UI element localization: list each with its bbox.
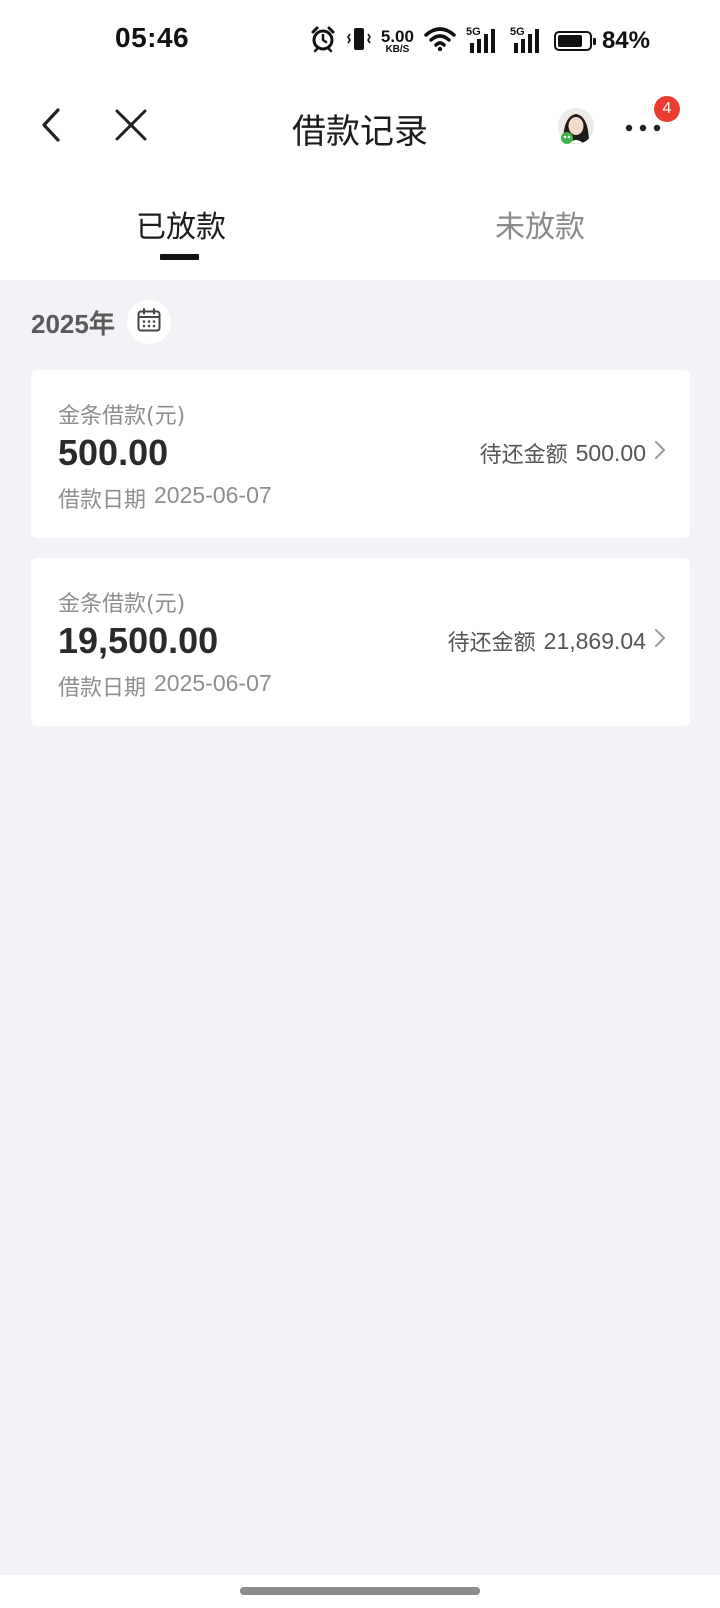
loan-date-value: 2025-06-07 — [154, 482, 272, 508]
tab-not-disbursed[interactable]: 未放款 — [495, 202, 585, 246]
network-speed-unit: KB/S — [385, 43, 410, 55]
calendar-icon — [136, 307, 162, 337]
battery-icon — [553, 31, 596, 51]
tab-bar: 已放款 未放款 — [0, 174, 720, 280]
chevron-right-icon — [654, 440, 666, 466]
network-speed-value: 5.00 — [380, 26, 414, 46]
vibrate-icon — [346, 25, 371, 57]
status-time: 05:46 — [115, 22, 190, 53]
loan-date-label: 借款日期 — [58, 488, 147, 513]
signal-icon: 5G — [466, 27, 500, 55]
loan-date: 借款日期 2025-06-07 — [58, 482, 272, 514]
notification-badge: 4 — [654, 96, 680, 122]
amount-due-value: 21,869.04 — [543, 627, 646, 654]
battery-fill — [557, 35, 582, 47]
amount-due-value: 500.00 — [575, 439, 646, 466]
page-title: 借款记录 — [292, 112, 428, 152]
loan-card[interactable]: 金条借款(元) 500.00 借款日期 2025-06-07 待还金额 500.… — [31, 370, 690, 538]
loan-date-value: 2025-06-07 — [154, 670, 272, 696]
year-label: 2025年 — [31, 308, 115, 339]
loan-card[interactable]: 金条借款(元) 19,500.00 借款日期 2025-06-07 待还金额 2… — [31, 558, 690, 726]
more-dots-icon — [624, 118, 662, 137]
amount-due-label: 待还金额 — [447, 631, 536, 656]
battery-percent: 84% — [601, 27, 650, 54]
amount-due: 待还金额 500.00 — [480, 437, 666, 469]
loan-amount: 500.00 — [58, 432, 169, 473]
amount-due-label: 待还金额 — [479, 443, 568, 468]
loan-amount: 19,500.00 — [58, 620, 219, 661]
avatar[interactable] — [558, 108, 594, 144]
network-speed: 5.00 KB/S — [381, 28, 414, 55]
loan-date: 借款日期 2025-06-07 — [58, 670, 272, 702]
status-icons: 5.00 KB/S 5G 5G 84% — [309, 24, 650, 58]
amount-due: 待还金额 21,869.04 — [448, 625, 666, 657]
wifi-icon — [424, 26, 456, 56]
year-filter: 2025年 — [31, 300, 171, 344]
calendar-button[interactable] — [126, 300, 171, 344]
active-tab-indicator — [160, 254, 199, 260]
loan-type-label: 金条借款(元) — [58, 404, 186, 429]
signal-icon: 5G — [510, 27, 544, 55]
nav-bar: 借款记录 4 — [0, 80, 720, 174]
tab-disbursed[interactable]: 已放款 — [136, 202, 226, 246]
loan-type-label: 金条借款(元) — [58, 592, 186, 617]
loan-date-label: 借款日期 — [58, 676, 147, 701]
chevron-right-icon — [654, 628, 666, 654]
home-indicator[interactable] — [240, 1587, 480, 1595]
alarm-icon — [309, 25, 337, 57]
status-bar: 05:46 5.00 KB/S 5G 5G 84% — [0, 0, 720, 80]
